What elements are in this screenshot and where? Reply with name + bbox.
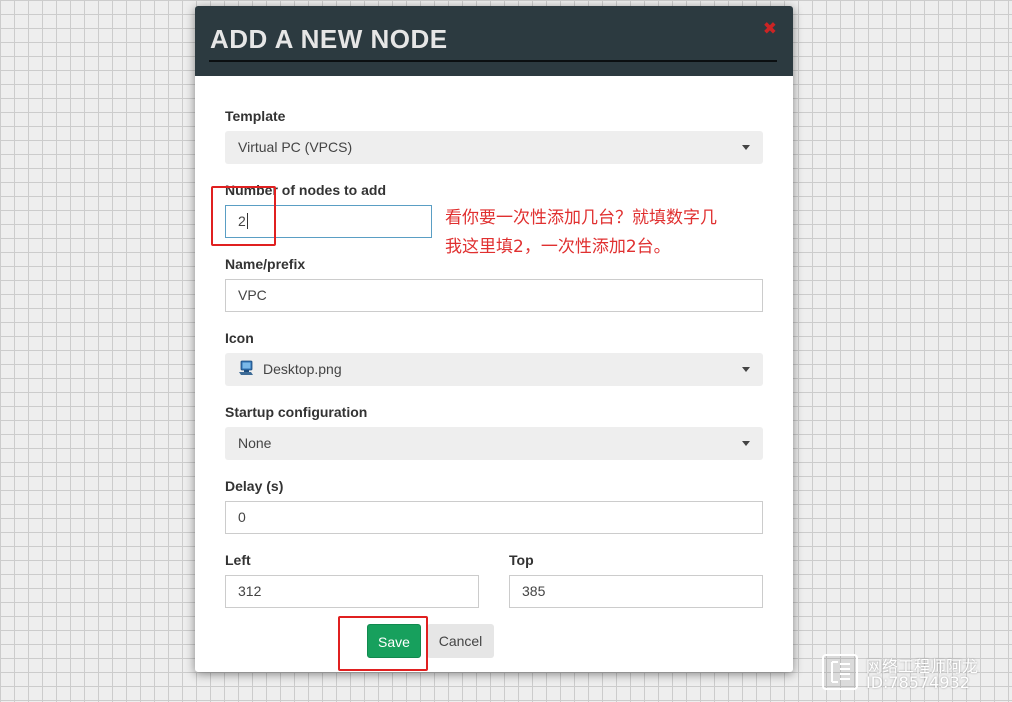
name-prefix-label: Name/prefix — [225, 256, 306, 272]
template-label: Template — [225, 108, 286, 124]
dialog-title: ADD A NEW NODE — [210, 24, 448, 54]
icon-select-value: Desktop.png — [263, 361, 342, 377]
dialog-header: ADD A NEW NODE ✖ — [195, 6, 793, 76]
startup-config-select[interactable]: None — [225, 427, 763, 460]
name-prefix-value: VPC — [238, 287, 267, 303]
startup-config-label: Startup configuration — [225, 404, 368, 420]
chevron-down-icon — [742, 145, 750, 150]
close-icon[interactable]: ✖ — [763, 20, 777, 37]
top-input[interactable]: 385 — [509, 575, 763, 608]
icon-label: Icon — [225, 330, 254, 346]
template-select-value: Virtual PC (VPCS) — [238, 139, 353, 155]
watermark: 网络工程师阿龙 ID:78574932 — [822, 652, 1008, 694]
delay-input[interactable]: 0 — [225, 501, 763, 534]
left-input[interactable]: 312 — [225, 575, 479, 608]
annotation-line-1: 看你要一次性添加几台？就填数字几 — [445, 208, 717, 228]
cancel-button[interactable]: Cancel — [427, 624, 494, 658]
header-divider — [209, 60, 777, 62]
add-node-dialog: ADD A NEW NODE ✖ Template Virtual PC (VP… — [195, 6, 793, 672]
watermark-logo-icon — [822, 654, 858, 690]
left-label: Left — [225, 552, 251, 568]
delay-value: 0 — [238, 509, 246, 525]
top-value: 385 — [522, 583, 546, 599]
delay-label: Delay (s) — [225, 478, 284, 494]
annotation-line-2: 我这里填2，一次性添加2台。 — [445, 237, 671, 257]
left-value: 312 — [238, 583, 262, 599]
template-select[interactable]: Virtual PC (VPCS) — [225, 131, 763, 164]
chevron-down-icon — [742, 441, 750, 446]
icon-select[interactable]: Desktop.png — [225, 353, 763, 386]
chevron-down-icon — [742, 367, 750, 372]
name-prefix-input[interactable]: VPC — [225, 279, 763, 312]
watermark-id: ID:78574932 — [866, 673, 970, 692]
highlight-box-nodes — [211, 186, 276, 246]
startup-config-value: None — [238, 435, 272, 451]
desktop-computer-icon — [239, 360, 253, 376]
highlight-box-save — [338, 616, 428, 671]
top-label: Top — [509, 552, 534, 568]
